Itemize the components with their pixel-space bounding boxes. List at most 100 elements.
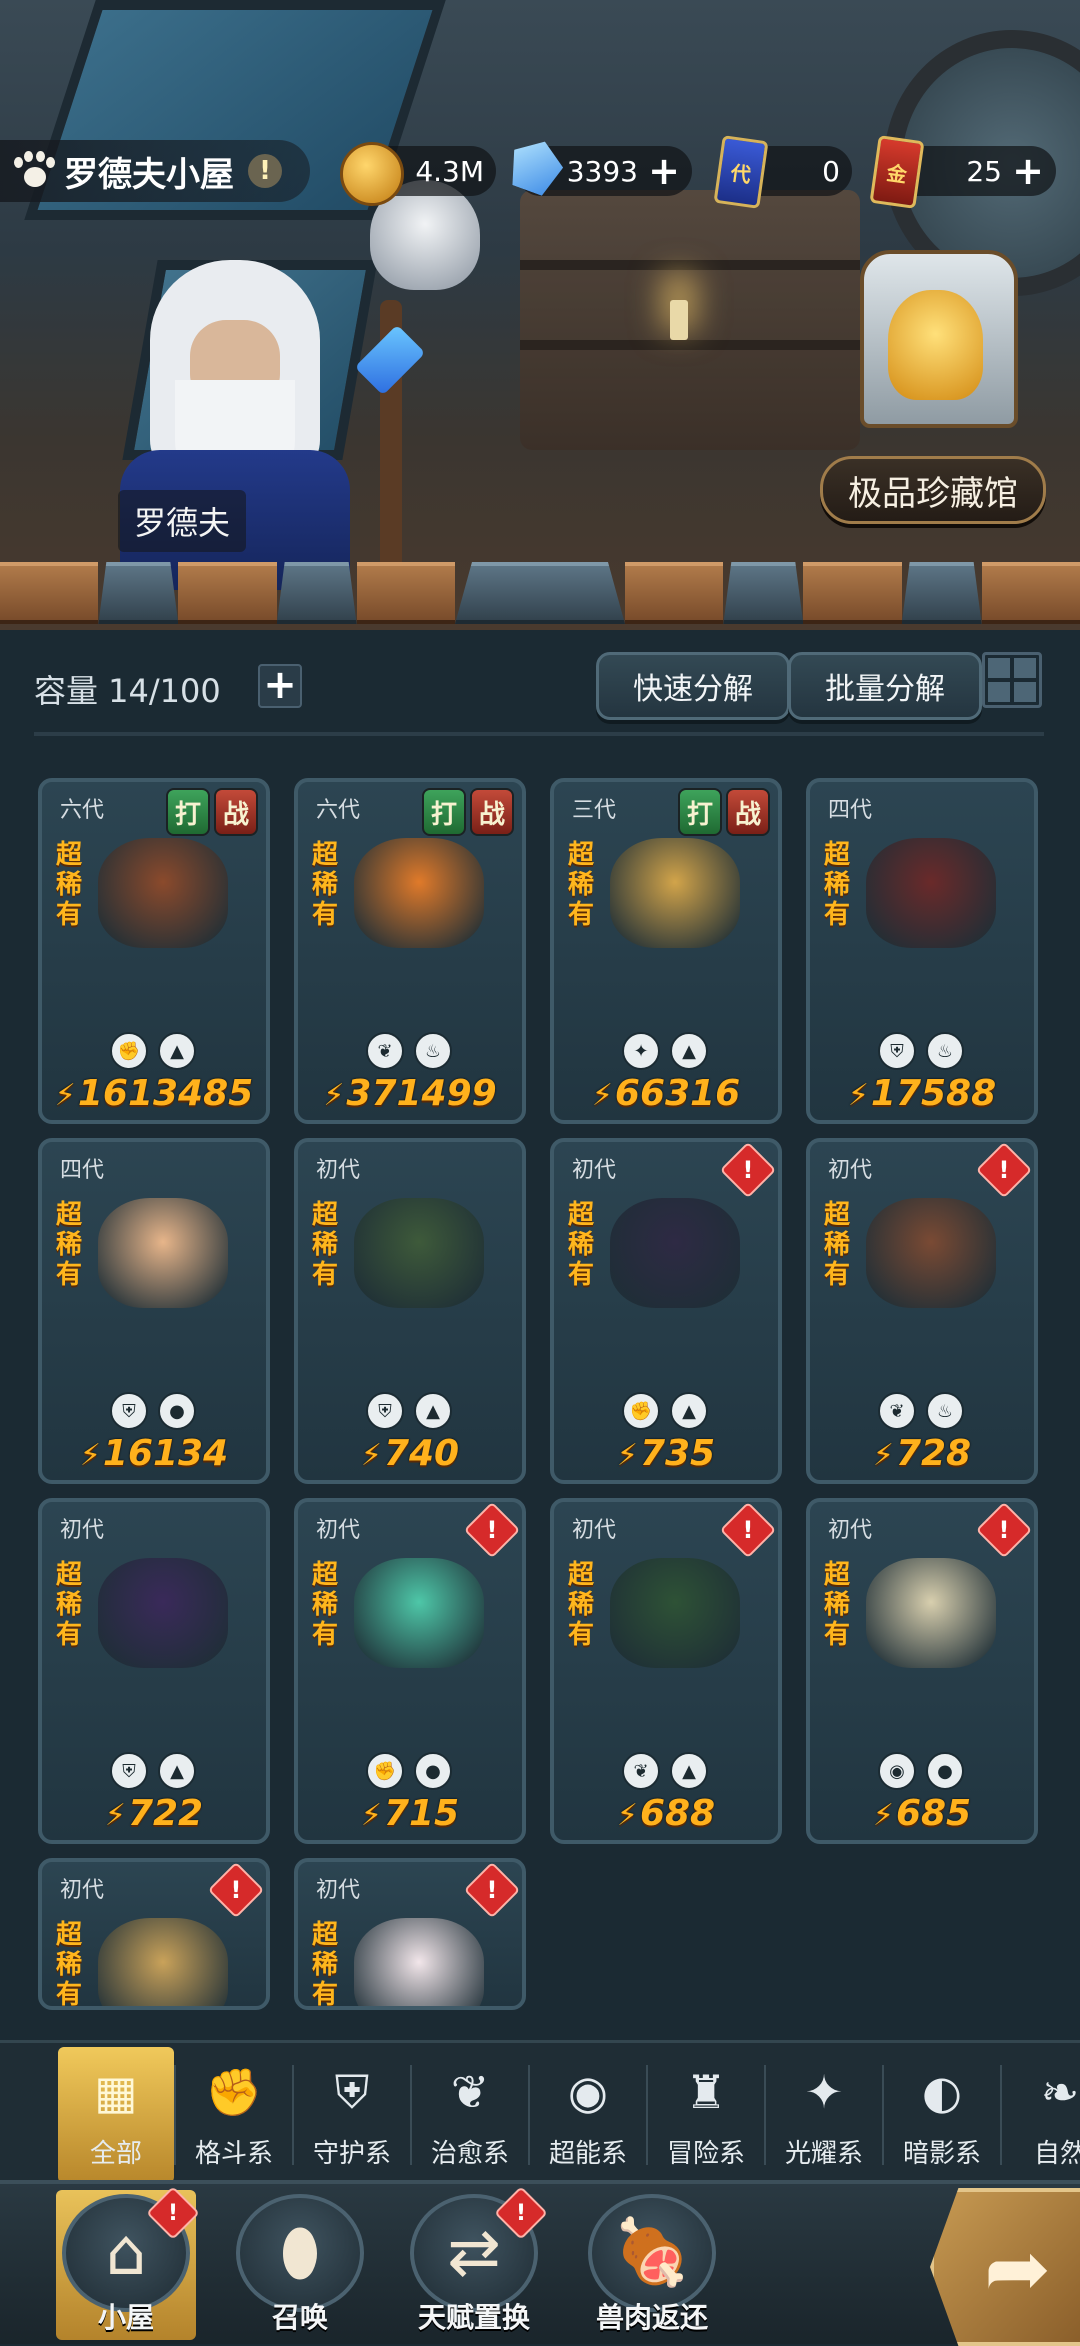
- fist-icon: ✊: [366, 1752, 404, 1790]
- tab-psychic[interactable]: ◉ 超能系: [530, 2047, 646, 2183]
- creature-portrait: [866, 838, 996, 948]
- creature-card[interactable]: 初代 超稀有!: [294, 1858, 526, 2010]
- forward-button[interactable]: ➦: [930, 2188, 1080, 2346]
- diamond-value: 3393: [566, 154, 638, 188]
- capacity-label: 容量 14/100: [34, 672, 221, 710]
- collection-trophy[interactable]: [860, 250, 1018, 428]
- power-icon: ⚡: [872, 1438, 894, 1473]
- shield-icon: ⛨: [110, 1392, 148, 1430]
- creature-card[interactable]: 初代 超稀有!: [38, 1858, 270, 2010]
- tab-label: 格斗系: [194, 2139, 273, 2169]
- add-red-ticket-button[interactable]: +: [1010, 149, 1046, 193]
- tab-all[interactable]: ▦ 全部: [58, 2047, 174, 2183]
- tab-adventure[interactable]: ♜ 冒险系: [648, 2047, 764, 2183]
- power-value: ⚡16134: [79, 1433, 229, 1474]
- creature-card[interactable]: 初代 超稀有! ❦ ▲ ⚡688: [550, 1498, 782, 1844]
- creature-portrait: [610, 1558, 740, 1668]
- generation-label: 四代: [60, 1158, 105, 1183]
- nav-hut[interactable]: ⌂ 小屋!: [56, 2186, 200, 2340]
- creature-card[interactable]: 初代 超稀有 ⛨ ▲ ⚡722: [38, 1498, 270, 1844]
- power-value: ⚡66316: [591, 1073, 741, 1114]
- water-icon: ●: [414, 1752, 452, 1790]
- tab-label: 自然: [1033, 2139, 1080, 2169]
- rarity-label: 超稀有: [824, 840, 851, 930]
- tab-shine[interactable]: ✦ 光耀系: [766, 2047, 882, 2183]
- water-icon: ●: [158, 1392, 196, 1430]
- creature-portrait: [354, 1918, 484, 2006]
- power-icon: ⚡: [847, 1078, 869, 1113]
- creature-portrait: [866, 1558, 996, 1668]
- creature-card[interactable]: 初代 超稀有! ✊ ▲ ⚡735: [550, 1138, 782, 1484]
- war-badge: 战: [726, 788, 770, 836]
- tab-divider: [1000, 2065, 1002, 2165]
- nav-egg[interactable]: ⬮ 召唤: [230, 2190, 370, 2340]
- creature-card[interactable]: 初代 超稀有! ✊ ● ⚡715: [294, 1498, 526, 1844]
- tab-shield[interactable]: ⛨ 守护系: [294, 2047, 410, 2183]
- creature-card[interactable]: 四代超稀有 ⛨ ● ⚡16134: [38, 1138, 270, 1484]
- creature-card[interactable]: 初代 超稀有! ❦ ♨ ⚡728: [806, 1138, 1038, 1484]
- tab-divider: [292, 2065, 294, 2165]
- rarity-label: 超稀有: [312, 1920, 339, 2010]
- batch-decompose-button[interactable]: 批量分解: [788, 652, 982, 720]
- bottom-nav: ⌂ 小屋! ⬮ 召唤 ⇄ 天赋置换! 🍖 兽肉返还: [0, 2180, 1080, 2344]
- alert-icon: !: [463, 1502, 521, 1559]
- creature-card[interactable]: 四代 超稀有 ⛨ ♨ ⚡17588: [806, 778, 1038, 1124]
- war-badge: 战: [214, 788, 258, 836]
- nav-meat[interactable]: 🍖 兽肉返还: [582, 2190, 722, 2340]
- mountain-icon: ▲: [670, 1392, 708, 1430]
- alert-icon: !: [463, 1862, 521, 1919]
- info-icon[interactable]: !: [248, 154, 282, 188]
- rarity-label: 超稀有: [56, 1200, 83, 1290]
- tab-divider: [174, 2065, 176, 2165]
- tab-label: 光耀系: [784, 2139, 863, 2169]
- power-icon: ⚡: [360, 1798, 382, 1833]
- nav-label: 兽肉返还: [595, 2301, 708, 2334]
- nav-label: 召唤: [271, 2301, 328, 2334]
- add-diamond-button[interactable]: +: [646, 149, 682, 193]
- psychic-icon: ◉: [878, 1752, 916, 1790]
- tab-divider: [410, 2065, 412, 2165]
- nav-swap[interactable]: ⇄ 天赋置换!: [404, 2186, 548, 2340]
- power-value: ⚡735: [616, 1433, 716, 1474]
- egg-icon: ⬮: [236, 2194, 364, 2312]
- power-icon: ⚡: [360, 1438, 382, 1473]
- tab-leaf[interactable]: ❦ 治愈系: [412, 2047, 528, 2183]
- rarity-label: 超稀有: [56, 1920, 83, 2010]
- creature-card[interactable]: 六代 超稀有 打战 ✊ ▲ ⚡1613485: [38, 778, 270, 1124]
- creature-portrait: [98, 1918, 228, 2006]
- candle-icon: [670, 300, 688, 340]
- creature-portrait: [98, 1558, 228, 1668]
- creature-card[interactable]: 三代 超稀有 打战 ✦ ▲ ⚡66316: [550, 778, 782, 1124]
- generation-label: 六代: [60, 798, 105, 823]
- tab-divider: [528, 2065, 530, 2165]
- mountain-icon: ▲: [670, 1752, 708, 1790]
- tab-nature[interactable]: ❧ 自然: [1002, 2047, 1080, 2183]
- fire-icon: ♨: [926, 1392, 964, 1430]
- red-ticket-icon: 金: [869, 135, 925, 209]
- tab-fist[interactable]: ✊ 格斗系: [176, 2047, 292, 2183]
- collection-button[interactable]: 极品珍藏馆: [820, 456, 1046, 524]
- rarity-label: 超稀有: [56, 1560, 83, 1650]
- tab-label: 暗影系: [902, 2139, 981, 2169]
- creature-card[interactable]: 初代 超稀有 ⛨ ▲ ⚡740: [294, 1138, 526, 1484]
- power-icon: ⚡: [616, 1798, 638, 1833]
- creature-card[interactable]: 六代 超稀有 打战 ❦ ♨ ⚡371499: [294, 778, 526, 1124]
- quick-decompose-button[interactable]: 快速分解: [596, 652, 790, 720]
- grid-view-icon[interactable]: [982, 652, 1042, 708]
- creature-portrait: [610, 1198, 740, 1308]
- fist-icon: ✊: [622, 1392, 660, 1430]
- power-value: ⚡728: [872, 1433, 972, 1474]
- adventure-icon: ♜: [685, 2065, 727, 2119]
- location-title[interactable]: 罗德夫小屋 !: [0, 140, 310, 202]
- paw-icon: [14, 151, 55, 191]
- rarity-label: 超稀有: [568, 840, 595, 930]
- power-icon: ⚡: [54, 1078, 76, 1113]
- fist-icon: ✊: [205, 2065, 263, 2119]
- psychic-icon: ◉: [567, 2065, 609, 2119]
- gold-value: 4.3M: [415, 154, 484, 188]
- tab-shadow[interactable]: ◐ 暗影系: [884, 2047, 1000, 2183]
- shine-icon: ✦: [804, 2065, 844, 2119]
- creature-card[interactable]: 初代 超稀有! ◉ ● ⚡685: [806, 1498, 1038, 1844]
- expand-capacity-button[interactable]: +: [258, 664, 302, 708]
- generation-label: 初代: [572, 1518, 617, 1543]
